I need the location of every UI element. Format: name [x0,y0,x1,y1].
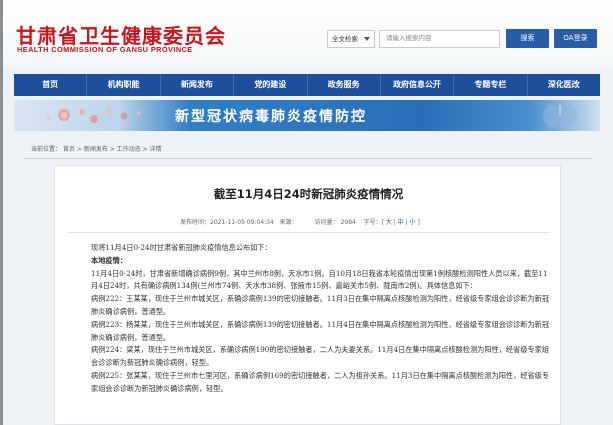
breadcrumb-label: 当前位置： [31,146,62,153]
breadcrumb: 当前位置： 首页 > 新闻发布 > 工作动态 > 详情 [31,144,162,153]
breadcrumb-separator: > [142,146,148,153]
nav-item-home[interactable]: 首页 [14,74,88,96]
breadcrumb-separator: > [76,146,82,153]
chevron-down-icon [364,37,370,41]
source-label: 来源： [279,219,298,226]
views-value: 2984 [340,219,356,226]
breadcrumb-item-news[interactable]: 新闻发布 [84,146,108,153]
covid-banner[interactable]: 新型冠状病毒肺炎疫情防控 [14,100,600,131]
article-paragraph: 病例223：杨某某，现住于兰州市城关区，系确诊病例139的密切接触者。11月4日… [91,319,550,342]
site-header: 甘肃省卫生健康委员会 HEALTH COMMISSION OF GANSU PR… [3,0,613,68]
virus-decoration-icon [46,108,141,123]
article-paragraph: 11月4日0-24时，甘肃省新增确诊病例9例，其中兰州市8例，天水市1例。自10… [91,268,548,291]
article-meta: 发布时间：2021-11-05 09:04:34 来源： 访问量： 2984 字… [180,219,420,226]
nav-item-news[interactable]: 新闻发布 [161,74,235,96]
meta-divider [67,232,550,233]
search-scope-value: 全文检索 [332,35,358,43]
main-nav: 首页 机构职能 新闻发布 党的建设 政务服务 政府信息公开 专题专栏 深化医改 [14,74,600,96]
font-size-medium-link[interactable]: 中 [398,219,404,226]
breadcrumb-divider [23,158,593,159]
article-title: 截至11月4日24时新冠肺炎疫情情况 [213,187,404,201]
article-body: 现将11月4日0-24时甘肃省新冠肺炎疫情信息公布如下： 本地疫情： 11月4日… [85,242,550,396]
nav-item-services[interactable]: 政务服务 [308,74,381,96]
article-paragraph: 病例225：张某某，现住于兰州市七里河区，系确诊病例169的密切接触者，二人为祖… [91,370,550,393]
views-label: 访问量： [314,219,339,226]
lungs-decoration-icon [543,105,577,127]
page: 甘肃省卫生健康委员会 HEALTH COMMISSION OF GANSU PR… [3,0,613,425]
nav-item-info-disclosure[interactable]: 政府信息公开 [381,74,455,96]
breadcrumb-item-work[interactable]: 工作动态 [117,146,141,153]
breadcrumb-separator: > [109,146,115,153]
published-label: 发布时间： [180,219,211,226]
nav-item-party[interactable]: 党的建设 [234,74,308,96]
breadcrumb-item-home[interactable]: 首页 [63,146,75,153]
article-paragraph: 现将11月4日0-24时甘肃省新冠肺炎疫情信息公布如下： [91,243,272,252]
site-logo-subtitle: HEALTH COMMISSION OF GANSU PROVINCE [17,45,193,54]
search-scope-select[interactable]: 全文检索 [327,30,375,48]
font-size-large-link[interactable]: 大 [386,219,392,226]
nav-item-topics[interactable]: 专题专栏 [454,74,528,96]
article-panel: 截至11月4日24时新冠肺炎疫情情况 发布时间：2021-11-05 09:04… [54,165,561,425]
font-size-small-link[interactable]: 小 [410,219,416,226]
banner-title: 新型冠状病毒肺炎疫情防控 [175,109,367,125]
article-paragraph: 病例222：王某某，现住于兰州市城关区，系确诊病例139的密切接触者。11月3日… [91,294,550,316]
nav-item-functions[interactable]: 机构职能 [87,74,161,96]
search-button[interactable]: 搜索 [506,29,549,48]
published-value: 2021-11-05 09:04:34 [210,219,274,226]
oa-login-button[interactable]: OA登录 [554,29,597,48]
font-size-label: 字号： [363,219,382,226]
breadcrumb-item-detail: 详情 [149,146,162,153]
search-input[interactable]: 请输入搜索内容 [379,30,500,48]
article-subheading: 本地疫情： [91,255,127,265]
nav-item-reform[interactable]: 深化医改 [528,74,600,96]
article-paragraph: 病例224：梁某，现住于兰州市城关区，系确诊病例190的密切接触者，二人为夫妻关… [91,345,550,368]
